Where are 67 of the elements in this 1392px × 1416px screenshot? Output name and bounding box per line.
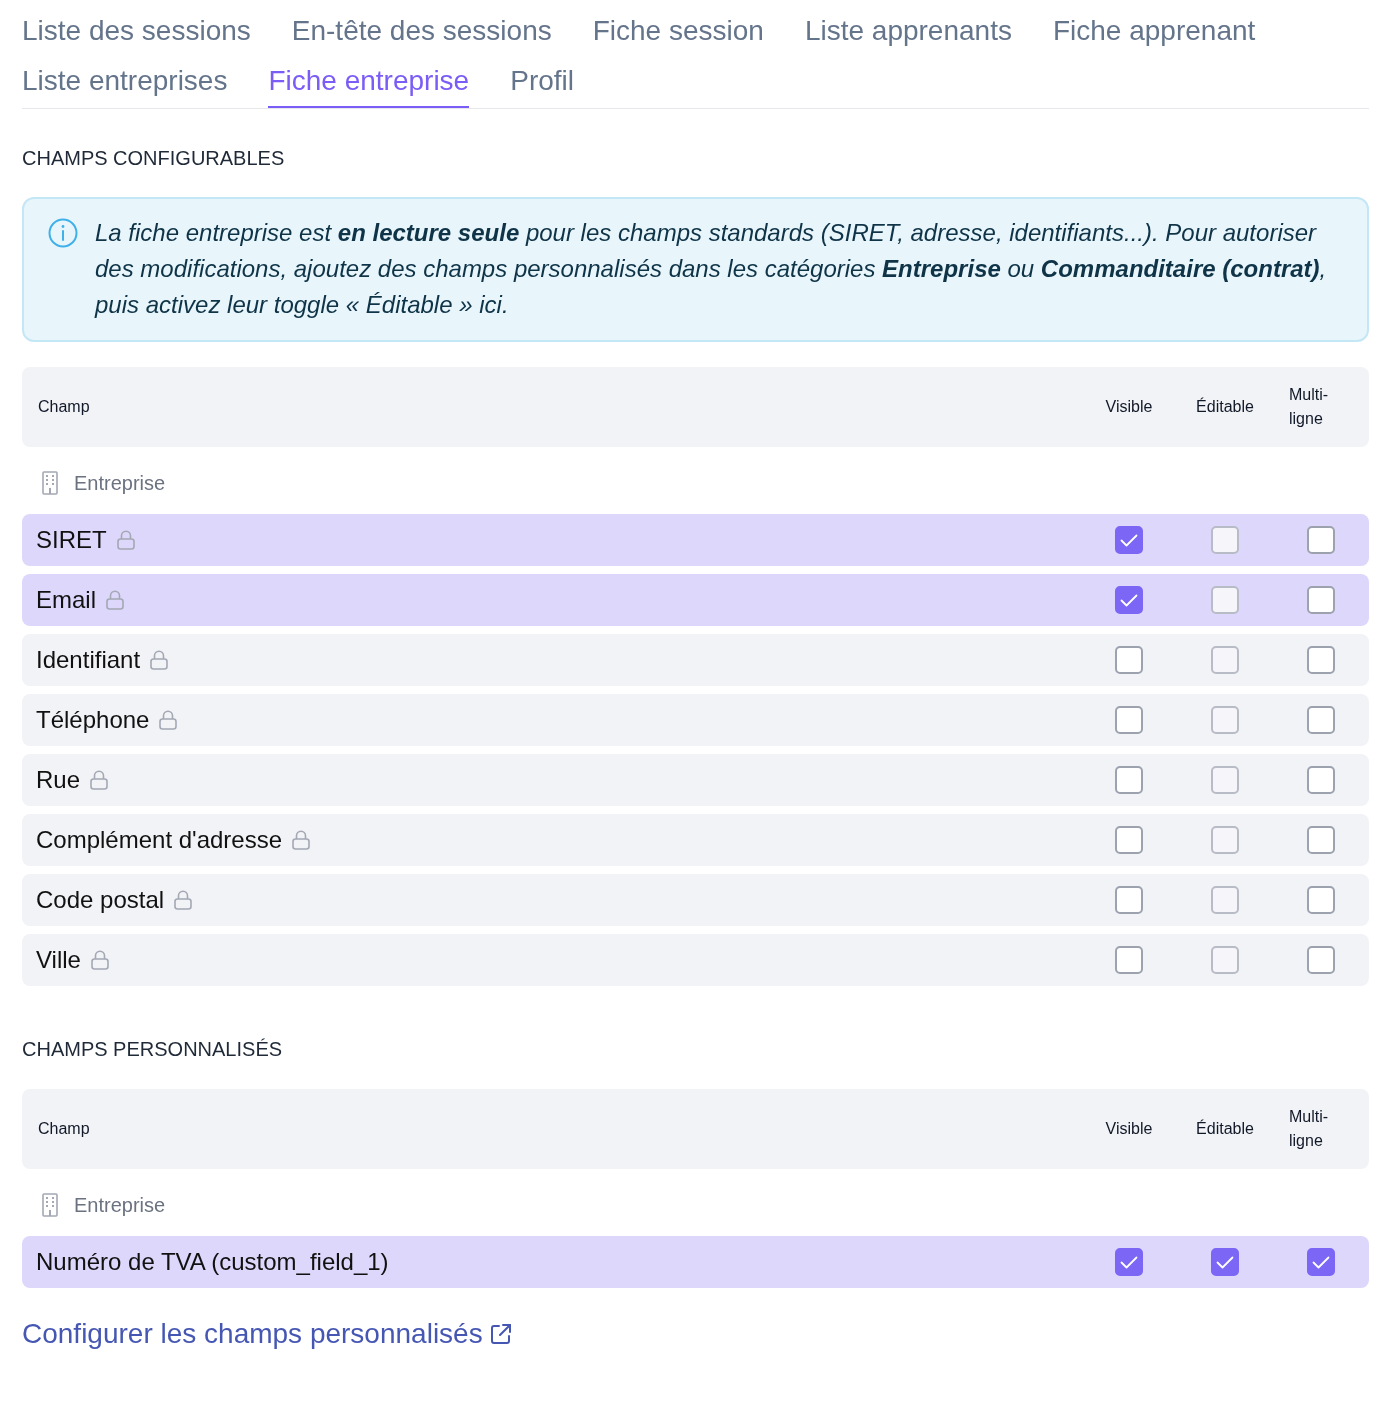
checkmark-icon: [1312, 1255, 1330, 1269]
column-header: Multi-ligne: [1289, 385, 1330, 429]
checkbox[interactable]: [1307, 886, 1335, 914]
checkmark-icon: [1120, 533, 1138, 547]
column-header: Éditable: [1196, 396, 1254, 417]
building-icon: [40, 1193, 60, 1217]
lock-icon: [150, 650, 169, 670]
info-icon: [48, 218, 78, 248]
tab[interactable]: Fiche entreprise: [268, 58, 470, 108]
checkbox[interactable]: [1115, 946, 1143, 974]
column-header: Visible: [1105, 397, 1153, 417]
checkbox[interactable]: [1115, 646, 1143, 674]
checkbox[interactable]: [1307, 526, 1335, 554]
lock-icon: [90, 950, 109, 970]
group-label: Entreprise: [74, 1193, 166, 1218]
group-label: Entreprise: [74, 471, 166, 496]
lock-icon: [106, 590, 124, 610]
column-header: Visible: [1105, 1119, 1153, 1139]
field-label: Complément d'adresse: [36, 825, 283, 855]
checkmark-icon: [1120, 593, 1138, 607]
lock-icon: [159, 710, 178, 730]
configure-fields-link[interactable]: Configurer les champs personnalisés: [22, 1317, 512, 1351]
checkbox[interactable]: [1307, 1248, 1335, 1276]
checkbox[interactable]: [1115, 1248, 1143, 1276]
field-label: Code postal: [36, 885, 165, 915]
checkbox[interactable]: [1307, 826, 1335, 854]
field-label: Téléphone: [36, 705, 150, 735]
tab[interactable]: Liste apprenants: [804, 8, 1012, 58]
field-label: Rue: [36, 765, 81, 795]
checkbox[interactable]: [1307, 586, 1335, 614]
checkbox[interactable]: [1115, 526, 1143, 554]
checkbox[interactable]: [1115, 586, 1143, 614]
tab[interactable]: En-tête des sessions: [291, 8, 552, 58]
lock-icon: [174, 890, 193, 910]
field-label: Ville: [36, 945, 81, 975]
checkbox[interactable]: [1307, 946, 1335, 974]
tab[interactable]: Fiche apprenant: [1052, 8, 1256, 58]
section-title: CHAMPS PERSONNALISÉS: [22, 1037, 284, 1061]
checkbox[interactable]: [1307, 646, 1335, 674]
checkbox[interactable]: [1115, 706, 1143, 734]
external-link-icon: [489, 1323, 512, 1345]
tab[interactable]: Liste entreprises: [22, 58, 228, 108]
tab[interactable]: Fiche session: [592, 8, 764, 58]
field-label: Email: [36, 585, 96, 615]
lock-icon: [116, 530, 135, 550]
column-header: Champ: [38, 397, 90, 417]
field-label: SIRET: [36, 525, 107, 555]
building-icon: [40, 471, 60, 495]
section-title: CHAMPS CONFIGURABLES: [22, 146, 286, 170]
checkbox[interactable]: [1211, 1248, 1239, 1276]
checkbox[interactable]: [1115, 886, 1143, 914]
field-label: Identifiant: [36, 645, 141, 675]
column-header: Champ: [38, 1119, 90, 1139]
lock-icon: [292, 830, 311, 850]
field-label: Numéro de TVA (custom_field_1): [36, 1247, 389, 1277]
lock-icon: [90, 770, 109, 790]
checkmark-icon: [1120, 1255, 1138, 1269]
tab[interactable]: Liste des sessions: [22, 8, 251, 58]
checkmark-icon: [1216, 1255, 1234, 1269]
checkbox[interactable]: [1307, 706, 1335, 734]
column-header: Multi-ligne: [1289, 1107, 1330, 1151]
info-text: La fiche entreprise est en lecture seule pour les champs standards (SIRET, adresse, identifiants...). Pour autoriser des modifications, ajoutez des champs personnalisés dans les catégories Entreprise ou Commanditaire (contrat), puis activez leur toggle « Éditable » ici.: [95, 218, 1328, 320]
checkbox[interactable]: [1115, 826, 1143, 854]
tab[interactable]: Profil: [510, 58, 574, 108]
column-header: Éditable: [1196, 1118, 1254, 1139]
checkbox[interactable]: [1307, 766, 1335, 794]
checkbox[interactable]: [1115, 766, 1143, 794]
